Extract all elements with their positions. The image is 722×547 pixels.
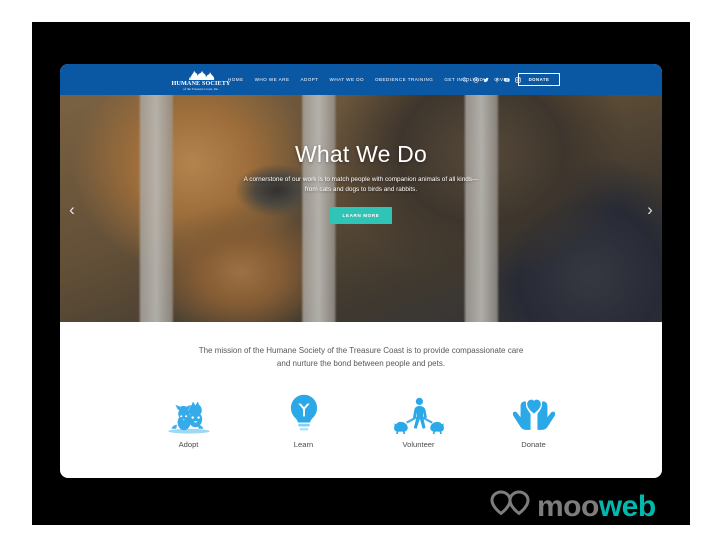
mission-section: The mission of the Humane Society of the…: [60, 322, 662, 370]
quicklink-donate[interactable]: Donate: [503, 392, 565, 452]
nav-item-who-we-are[interactable]: WHO WE ARE: [255, 77, 290, 82]
nav-item-adopt[interactable]: ADOPT: [300, 77, 318, 82]
quicklinks-section: Adopt Learn Volunteer Donate: [60, 392, 662, 452]
nav-icon-group: [462, 64, 521, 95]
humane-society-logo-mark-icon: [184, 68, 218, 80]
cat-and-dog-icon: [158, 392, 220, 434]
logo-subtitle: of the Treasure Coast, Inc.: [183, 87, 219, 91]
twitter-icon[interactable]: [483, 77, 489, 83]
hero-subtitle: A cornerstone of our work is to match pe…: [243, 176, 479, 193]
nav-item-home[interactable]: HOME: [228, 77, 244, 82]
site-navbar: HUMANE SOCIETY of the Treasure Coast, In…: [60, 64, 662, 95]
hero-next-arrow-icon[interactable]: ›: [642, 199, 658, 221]
hero-prev-arrow-icon[interactable]: ‹: [64, 199, 80, 221]
quicklink-volunteer[interactable]: Volunteer: [388, 392, 450, 452]
quicklink-label: Learn: [293, 440, 314, 449]
hero-slider: What We Do A cornerstone of our work is …: [60, 95, 662, 322]
hero-content: What We Do A cornerstone of our work is …: [60, 141, 662, 224]
person-walking-dogs-icon: [388, 392, 450, 434]
site-logo[interactable]: HUMANE SOCIETY of the Treasure Coast, In…: [164, 65, 238, 94]
quicklink-adopt[interactable]: Adopt: [158, 392, 220, 452]
nav-item-what-we-do[interactable]: WHAT WE DO: [330, 77, 364, 82]
hands-holding-heart-icon: [503, 392, 565, 434]
quicklink-label: Donate: [521, 440, 546, 449]
logo-title: HUMANE SOCIETY: [171, 80, 231, 87]
donate-button[interactable]: DONATE: [518, 72, 560, 86]
youtube-icon[interactable]: [504, 77, 510, 83]
learn-more-button[interactable]: LEARN MORE: [329, 207, 393, 224]
gear-icon[interactable]: [472, 76, 479, 83]
search-icon[interactable]: [462, 76, 468, 83]
quicklink-learn[interactable]: Learn: [273, 392, 335, 452]
nav-item-obedience-training[interactable]: OBEDIENCE TRAINING: [375, 77, 433, 82]
quicklink-label: Volunteer: [402, 440, 435, 449]
website-card: HUMANE SOCIETY of the Treasure Coast, In…: [60, 64, 662, 478]
quicklink-label: Adopt: [178, 440, 199, 449]
lightbulb-icon: [273, 392, 335, 434]
facebook-icon[interactable]: [494, 77, 500, 83]
mission-statement: The mission of the Humane Society of the…: [198, 346, 524, 368]
hero-title: What We Do: [295, 141, 427, 167]
